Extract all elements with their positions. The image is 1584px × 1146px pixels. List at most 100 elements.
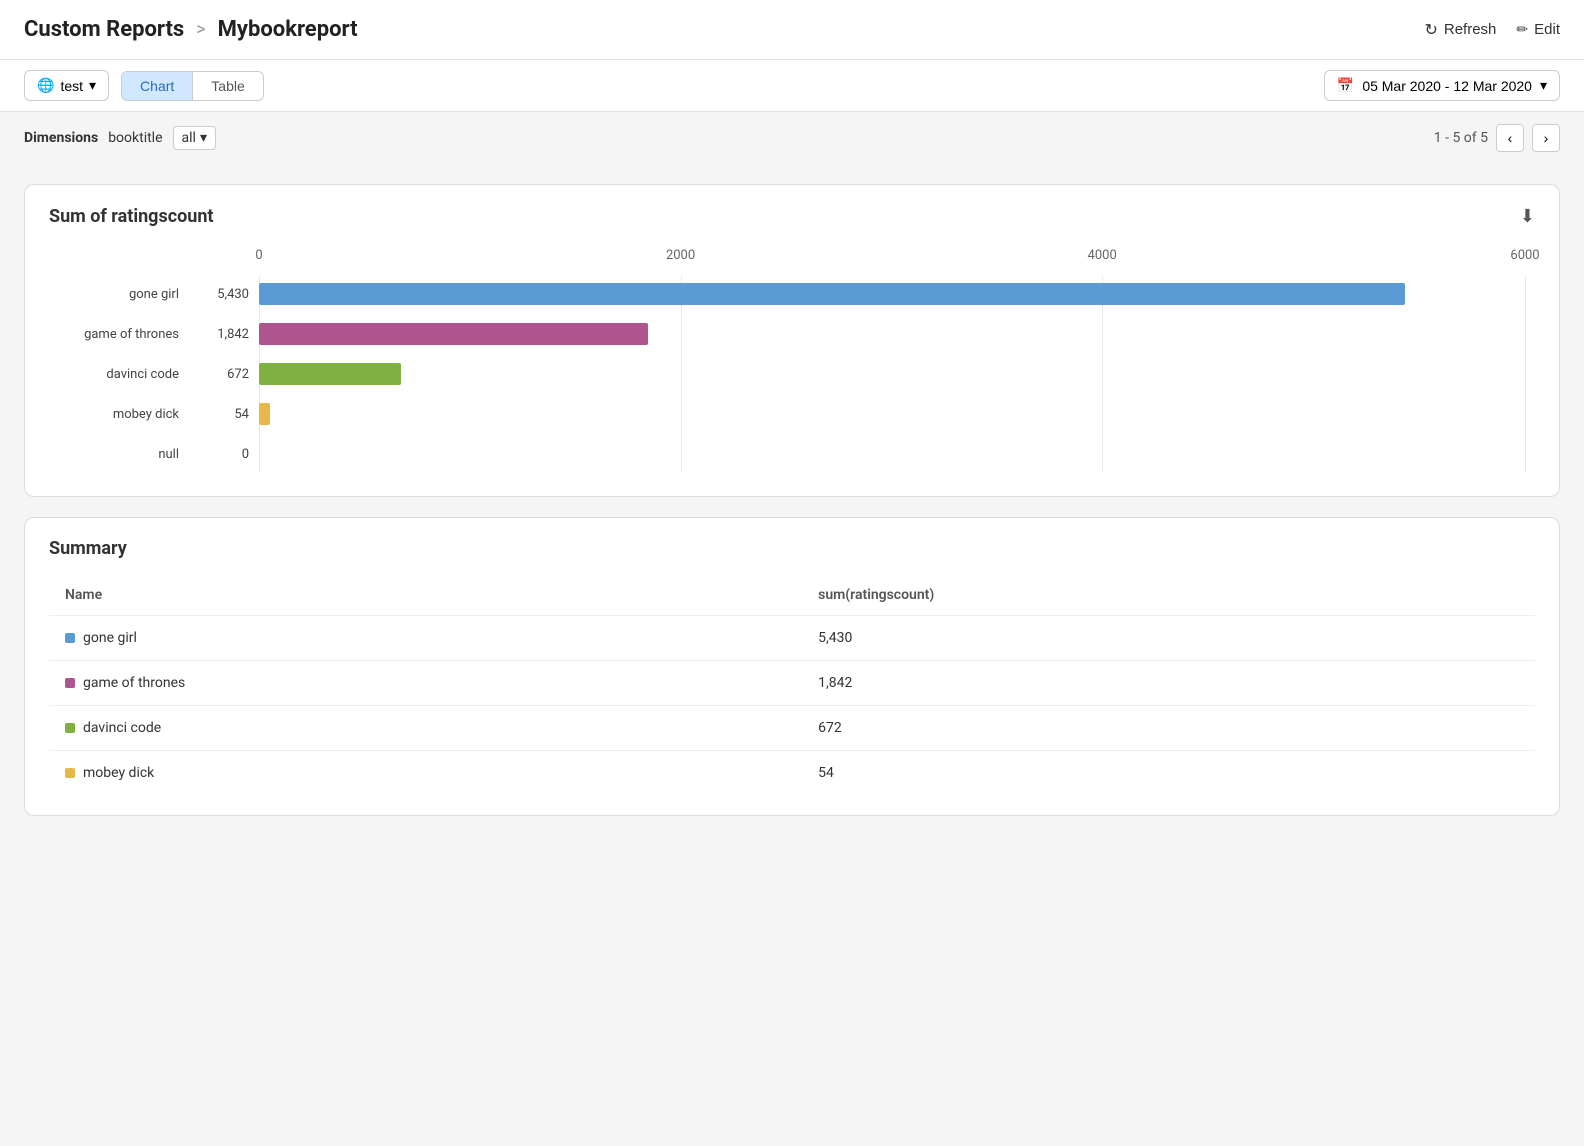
- edit-button[interactable]: Edit: [1516, 21, 1560, 38]
- summary-row-name: gone girl: [83, 630, 137, 646]
- pagination-label: 1 - 5 of 5: [1434, 130, 1488, 146]
- dimensions-label: Dimensions: [24, 130, 98, 146]
- table-row: game of thrones 1,842: [49, 661, 1535, 706]
- chart-bar-container: [259, 443, 1525, 465]
- chart-rows-wrapper: gone girl 5,430 game of thrones 1,842 da…: [59, 276, 1525, 472]
- chart-area: 0 2000 4000 6000 gone girl 5,430 g: [49, 248, 1535, 472]
- chart-axis: 0 2000 4000 6000: [259, 248, 1525, 272]
- chart-row-value: 1,842: [189, 327, 259, 342]
- chart-bar-container: [259, 403, 1525, 425]
- color-dot: [65, 768, 75, 778]
- dimensions-filter[interactable]: all: [173, 126, 216, 150]
- chart-bar-container: [259, 363, 1525, 385]
- chart-row-label: mobey dick: [59, 407, 189, 422]
- chart-title: Sum of ratingscount: [49, 206, 214, 227]
- env-label: test: [60, 78, 83, 94]
- chevron-down-icon: [89, 77, 96, 94]
- chart-bars: gone girl 5,430 game of thrones 1,842 da…: [59, 276, 1525, 472]
- summary-title: Summary: [49, 538, 127, 559]
- chart-row: gone girl 5,430: [59, 276, 1525, 312]
- color-dot: [65, 633, 75, 643]
- tab-chart[interactable]: Chart: [122, 72, 193, 100]
- dimensions-bar: Dimensions booktitle all 1 - 5 of 5: [0, 112, 1584, 164]
- refresh-button[interactable]: Refresh: [1424, 20, 1496, 40]
- chart-bar: [259, 323, 648, 345]
- chart-row-value: 5,430: [189, 287, 259, 302]
- chart-row-label: game of thrones: [59, 327, 189, 342]
- chart-row: davinci code 672: [59, 356, 1525, 392]
- date-range-label: 05 Mar 2020 - 12 Mar 2020: [1362, 78, 1532, 94]
- dimensions-left: Dimensions booktitle all: [24, 126, 216, 150]
- summary-name-cell: game of thrones: [49, 661, 802, 706]
- table-row: gone girl 5,430: [49, 616, 1535, 661]
- chart-bar-container: [259, 283, 1525, 305]
- summary-row-name: davinci code: [83, 720, 161, 736]
- chart-row: game of thrones 1,842: [59, 316, 1525, 352]
- toolbar: test Chart Table 05 Mar 2020 - 12 Mar 20…: [0, 60, 1584, 112]
- axis-label-0: 0: [255, 248, 262, 263]
- env-selector[interactable]: test: [24, 70, 109, 101]
- refresh-label: Refresh: [1444, 21, 1497, 38]
- refresh-icon: [1424, 20, 1437, 40]
- chart-bar: [259, 403, 270, 425]
- pagination: 1 - 5 of 5: [1434, 124, 1560, 152]
- table-row: mobey dick 54: [49, 751, 1535, 796]
- summary-table: Name sum(ratingscount) gone girl 5,430 g…: [49, 579, 1535, 795]
- summary-name-cell: gone girl: [49, 616, 802, 661]
- toolbar-left: test Chart Table: [24, 70, 264, 101]
- axis-label-6000: 6000: [1510, 248, 1539, 263]
- summary-row-value: 54: [802, 751, 1535, 796]
- chart-row-label: davinci code: [59, 367, 189, 382]
- breadcrumb-child: Mybookreport: [218, 17, 358, 42]
- summary-card-header: Summary: [49, 538, 1535, 559]
- tab-table[interactable]: Table: [193, 72, 262, 100]
- summary-row-value: 1,842: [802, 661, 1535, 706]
- chart-bar: [259, 363, 401, 385]
- chart-row: null 0: [59, 436, 1525, 472]
- chart-row-value: 54: [189, 407, 259, 422]
- axis-label-2000: 2000: [666, 248, 695, 263]
- summary-name-cell: mobey dick: [49, 751, 802, 796]
- chart-row-label: gone girl: [59, 287, 189, 302]
- summary-row-value: 672: [802, 706, 1535, 751]
- globe-icon: [37, 77, 54, 94]
- dimensions-filter-value: all: [182, 130, 196, 146]
- axis-label-4000: 4000: [1088, 248, 1117, 263]
- download-chart-button[interactable]: [1520, 205, 1535, 228]
- prev-page-button[interactable]: [1496, 124, 1524, 152]
- main-content: Sum of ratingscount 0 2000 4000 6000: [0, 164, 1584, 836]
- col-header-name: Name: [49, 579, 802, 616]
- summary-name-cell: davinci code: [49, 706, 802, 751]
- chart-row-value: 672: [189, 367, 259, 382]
- summary-row-name: mobey dick: [83, 765, 154, 781]
- header: Custom Reports > Mybookreport Refresh Ed…: [0, 0, 1584, 60]
- color-dot: [65, 723, 75, 733]
- chevron-down-icon: [200, 130, 207, 146]
- chevron-left-icon: [1508, 130, 1513, 146]
- next-page-button[interactable]: [1532, 124, 1560, 152]
- date-range-picker[interactable]: 05 Mar 2020 - 12 Mar 2020: [1324, 70, 1560, 101]
- summary-row-name: game of thrones: [83, 675, 185, 691]
- header-actions: Refresh Edit: [1424, 20, 1560, 40]
- chevron-right-icon: [1544, 130, 1549, 146]
- dimensions-field: booktitle: [108, 130, 162, 146]
- chart-bar-container: [259, 323, 1525, 345]
- chart-row: mobey dick 54: [59, 396, 1525, 432]
- col-header-value: sum(ratingscount): [802, 579, 1535, 616]
- summary-card: Summary Name sum(ratingscount) gone girl…: [24, 517, 1560, 816]
- chart-bar: [259, 283, 1405, 305]
- calendar-icon: [1337, 77, 1354, 94]
- table-row: davinci code 672: [49, 706, 1535, 751]
- chart-card: Sum of ratingscount 0 2000 4000 6000: [24, 184, 1560, 497]
- chart-row-label: null: [59, 447, 189, 462]
- breadcrumb-root: Custom Reports: [24, 17, 184, 42]
- breadcrumb-separator: >: [196, 19, 205, 40]
- edit-icon: [1516, 21, 1528, 38]
- download-icon: [1520, 205, 1535, 227]
- chevron-down-icon: [1540, 77, 1547, 94]
- chart-row-value: 0: [189, 447, 259, 462]
- view-tabs: Chart Table: [121, 71, 264, 101]
- breadcrumb: Custom Reports > Mybookreport: [24, 17, 358, 42]
- chart-card-header: Sum of ratingscount: [49, 205, 1535, 228]
- color-dot: [65, 678, 75, 688]
